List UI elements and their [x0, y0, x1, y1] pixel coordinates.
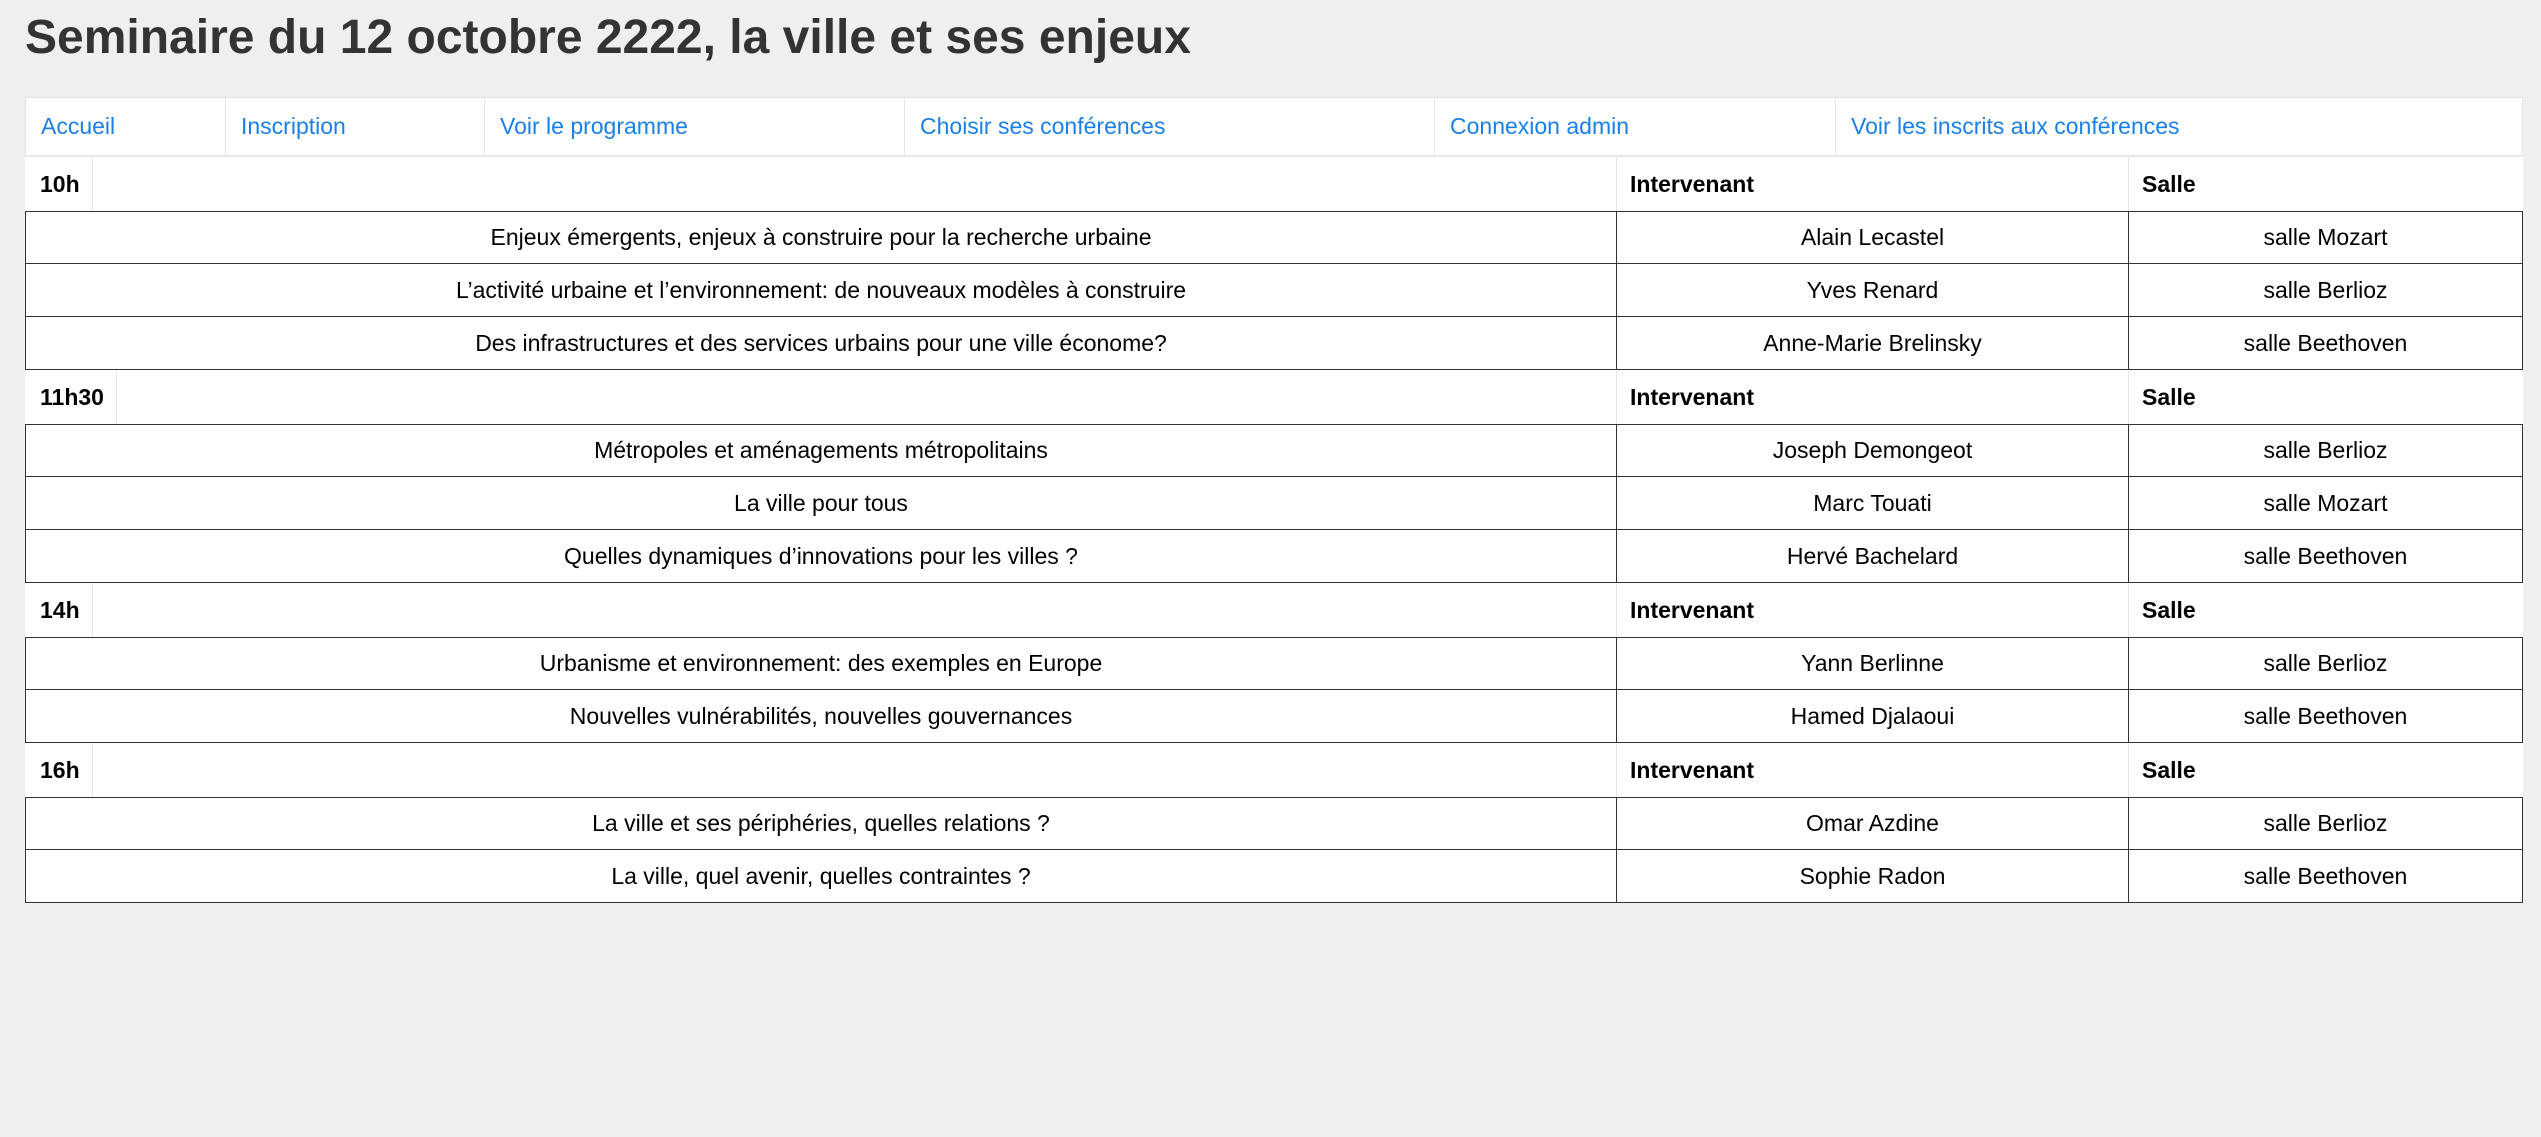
talk-title: Nouvelles vulnérabilités, nouvelles gouv…: [25, 690, 1617, 743]
talk-title: La ville et ses périphéries, quelles rel…: [25, 797, 1617, 850]
nav-link-voir-inscrits[interactable]: Voir les inscrits aux conférences: [1836, 98, 2522, 155]
talk-row: La ville et ses périphéries, quelles rel…: [25, 797, 2523, 850]
talk-room: salle Beethoven: [2129, 850, 2523, 903]
room-column-header: Salle: [2128, 370, 2523, 424]
session-header: 14h Intervenant Salle: [25, 583, 2523, 637]
talk-row: La ville pour tous Marc Touati salle Moz…: [25, 477, 2523, 530]
talk-row: Enjeux émergents, enjeux à construire po…: [25, 211, 2523, 264]
talk-title: La ville pour tous: [25, 477, 1617, 530]
talk-title: Urbanisme et environnement: des exemples…: [25, 637, 1617, 690]
session-header: 11h30 Intervenant Salle: [25, 370, 2523, 424]
talk-room: salle Mozart: [2129, 211, 2523, 264]
nav-link-inscription[interactable]: Inscription: [226, 98, 485, 155]
session-time: 16h: [25, 743, 93, 797]
talk-title: La ville, quel avenir, quelles contraint…: [25, 850, 1617, 903]
talk-room: salle Beethoven: [2129, 530, 2523, 583]
talk-room: salle Beethoven: [2129, 317, 2523, 370]
room-column-header: Salle: [2128, 583, 2523, 637]
talk-speaker: Hervé Bachelard: [1617, 530, 2129, 583]
talk-speaker: Anne-Marie Brelinsky: [1617, 317, 2129, 370]
speaker-column-header: Intervenant: [1616, 743, 2128, 797]
talk-row: L’activité urbaine et l’environnement: d…: [25, 264, 2523, 317]
talk-room: salle Berlioz: [2129, 264, 2523, 317]
talk-speaker: Omar Azdine: [1617, 797, 2129, 850]
talk-row: Nouvelles vulnérabilités, nouvelles gouv…: [25, 690, 2523, 743]
talk-row: Quelles dynamiques d’innovations pour le…: [25, 530, 2523, 583]
speaker-column-header: Intervenant: [1616, 157, 2128, 211]
talk-room: salle Mozart: [2129, 477, 2523, 530]
talk-title: L’activité urbaine et l’environnement: d…: [25, 264, 1617, 317]
talk-speaker: Sophie Radon: [1617, 850, 2129, 903]
nav-link-connexion-admin[interactable]: Connexion admin: [1435, 98, 1836, 155]
session-header: 16h Intervenant Salle: [25, 743, 2523, 797]
nav-link-accueil[interactable]: Accueil: [26, 98, 226, 155]
speaker-column-header: Intervenant: [1616, 583, 2128, 637]
nav-link-choisir-conferences[interactable]: Choisir ses conférences: [905, 98, 1435, 155]
talk-title: Métropoles et aménagements métropolitain…: [25, 424, 1617, 477]
talk-title: Quelles dynamiques d’innovations pour le…: [25, 530, 1617, 583]
room-column-header: Salle: [2128, 157, 2523, 211]
talk-row: Urbanisme et environnement: des exemples…: [25, 637, 2523, 690]
speaker-column-header: Intervenant: [1616, 370, 2128, 424]
session-time: 14h: [25, 583, 93, 637]
talk-title: Enjeux émergents, enjeux à construire po…: [25, 211, 1617, 264]
talk-room: salle Berlioz: [2129, 637, 2523, 690]
schedule-table: 10h Intervenant Salle Enjeux émergents, …: [25, 157, 2523, 903]
talk-room: salle Berlioz: [2129, 424, 2523, 477]
main-nav: Accueil Inscription Voir le programme Ch…: [25, 97, 2523, 156]
talk-speaker: Hamed Djalaoui: [1617, 690, 2129, 743]
talk-speaker: Joseph Demongeot: [1617, 424, 2129, 477]
talk-row: La ville, quel avenir, quelles contraint…: [25, 850, 2523, 903]
talk-room: salle Beethoven: [2129, 690, 2523, 743]
page: Seminaire du 12 octobre 2222, la ville e…: [0, 0, 2541, 1137]
talk-row: Métropoles et aménagements métropolitain…: [25, 424, 2523, 477]
talk-room: salle Berlioz: [2129, 797, 2523, 850]
session-header: 10h Intervenant Salle: [25, 157, 2523, 211]
session-time: 10h: [25, 157, 93, 211]
page-title: Seminaire du 12 octobre 2222, la ville e…: [25, 11, 1191, 64]
talk-speaker: Yann Berlinne: [1617, 637, 2129, 690]
nav-link-voir-programme[interactable]: Voir le programme: [485, 98, 905, 155]
talk-speaker: Marc Touati: [1617, 477, 2129, 530]
room-column-header: Salle: [2128, 743, 2523, 797]
session-time: 11h30: [25, 370, 117, 424]
talk-title: Des infrastructures et des services urba…: [25, 317, 1617, 370]
talk-speaker: Yves Renard: [1617, 264, 2129, 317]
talk-row: Des infrastructures et des services urba…: [25, 317, 2523, 370]
talk-speaker: Alain Lecastel: [1617, 211, 2129, 264]
